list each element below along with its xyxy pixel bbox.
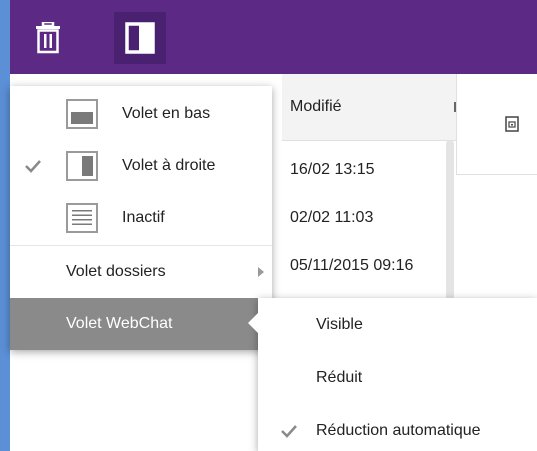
submenu-caret xyxy=(248,312,259,334)
submenu-item-label: Visible xyxy=(316,316,363,333)
trash-icon xyxy=(36,22,60,54)
checkmark-icon xyxy=(281,425,297,438)
menu-item-pane-off[interactable]: Inactif xyxy=(10,192,272,244)
column-header-modified[interactable]: Modifié xyxy=(282,74,456,141)
submenu-item-label: Réduit xyxy=(316,369,363,386)
pane-bottom-icon xyxy=(66,99,98,129)
document-icon xyxy=(505,116,519,132)
modified-cell: 02/02 11:03 xyxy=(290,209,374,226)
modified-cell: 16/02 13:15 xyxy=(290,161,375,178)
menu-item-label: Volet dossiers xyxy=(66,263,166,280)
menu-item-label: Volet WebChat xyxy=(66,315,173,332)
menu-item-label: Volet à droite xyxy=(122,157,216,174)
layout-pane-icon xyxy=(125,22,155,54)
menu-item-label: Volet en bas xyxy=(122,105,211,122)
column-header-label: Modifié xyxy=(290,98,342,115)
reading-pane xyxy=(456,74,537,175)
submenu-item-auto-collapse[interactable]: Réduction automatique xyxy=(258,406,537,451)
table-row[interactable]: 05/11/2015 09:16 xyxy=(282,242,446,290)
app-frame: Modifié 16/02 13:15 02/02 11:03 05/11/20… xyxy=(0,0,537,451)
reading-pane-button[interactable] xyxy=(114,12,166,64)
list-scrollbar[interactable] xyxy=(446,140,454,300)
pane-off-icon xyxy=(66,203,98,233)
menu-item-label: Inactif xyxy=(122,209,165,226)
pane-menu: Volet en bas Volet à droite Inactif Vole… xyxy=(10,86,272,350)
top-toolbar xyxy=(10,0,537,74)
menu-item-folders-pane[interactable]: Volet dossiers xyxy=(10,246,272,298)
window-left-border xyxy=(0,0,10,451)
pane-right-icon xyxy=(66,151,98,181)
table-row[interactable]: 02/02 11:03 xyxy=(282,194,446,242)
menu-item-pane-right[interactable]: Volet à droite xyxy=(10,140,272,192)
modified-cell: 05/11/2015 09:16 xyxy=(290,257,414,274)
submenu-arrow-icon xyxy=(258,267,264,277)
table-row[interactable]: 16/02 13:15 xyxy=(282,146,446,194)
delete-button[interactable] xyxy=(22,12,74,64)
submenu-item-label: Réduction automatique xyxy=(316,422,481,439)
submenu-item-collapsed[interactable]: Réduit xyxy=(258,353,537,403)
checkmark-icon xyxy=(25,160,41,173)
submenu-item-visible[interactable]: Visible xyxy=(258,300,537,350)
menu-item-webchat-pane[interactable]: Volet WebChat xyxy=(10,298,272,350)
webchat-submenu: Visible Réduit Réduction automatique xyxy=(258,298,537,451)
menu-item-pane-bottom[interactable]: Volet en bas xyxy=(10,88,272,140)
